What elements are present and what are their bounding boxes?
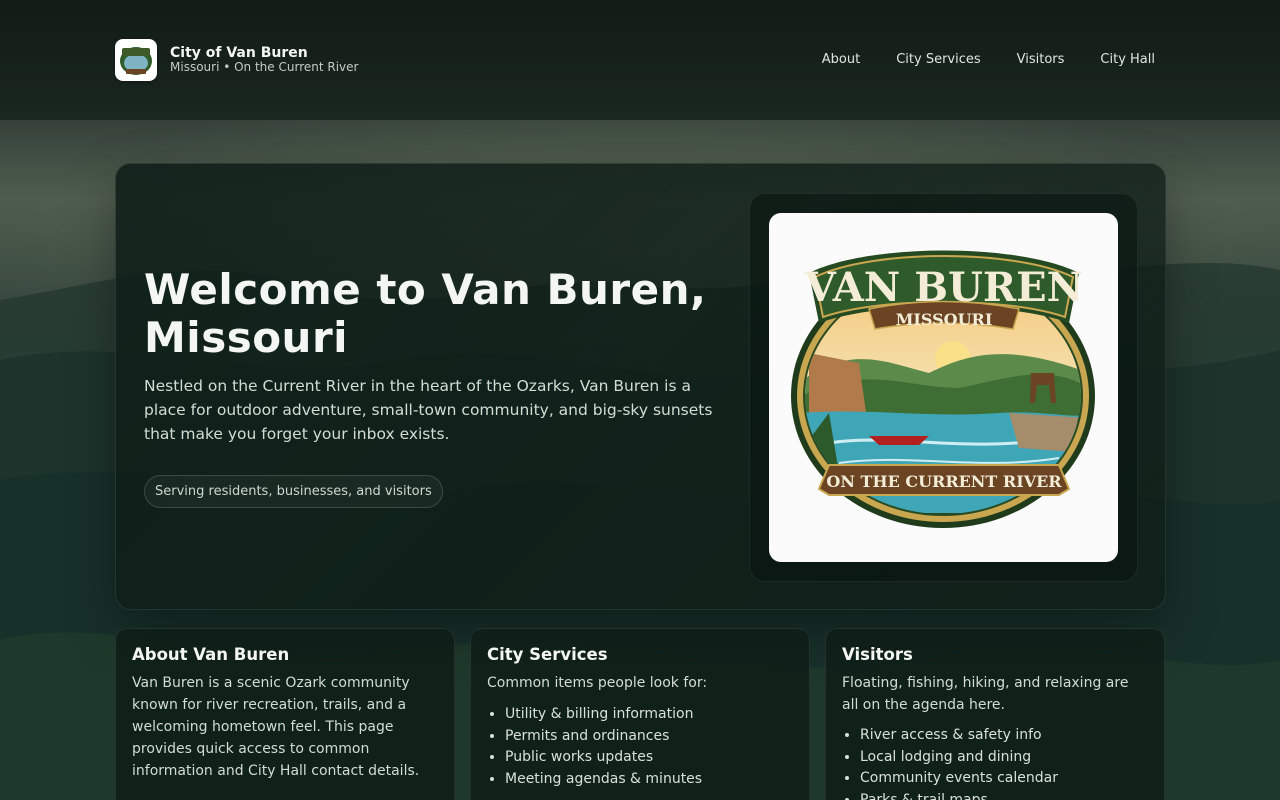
nav-about-link[interactable]: About <box>822 52 860 67</box>
list-item: Local lodging and dining <box>860 747 1148 769</box>
brand-subtitle: Missouri • On the Current River <box>170 60 359 75</box>
hero-description: Nestled on the Current River in the hear… <box>144 377 713 443</box>
main-nav: About City Services Visitors City Hall <box>822 52 1155 67</box>
about-card: About Van Buren Van Buren is a scenic Oz… <box>115 628 455 800</box>
nav-visitors-link[interactable]: Visitors <box>1017 52 1065 67</box>
visitors-card-intro: Floating, fishing, hiking, and relaxing … <box>842 675 1129 713</box>
services-card: City Services Common items people look f… <box>470 628 810 800</box>
brand-title: City of Van Buren <box>170 45 308 62</box>
list-item: River access & safety info <box>860 725 1148 747</box>
van-buren-emblem-image: VAN BUREN MISSOURI ON THE CURRENT RIVER <box>791 250 1095 528</box>
logo-state-text: MISSOURI <box>896 310 993 329</box>
list-item: Meeting agendas & minutes <box>505 769 793 791</box>
hero-title: Welcome to Van Buren, Missouri <box>144 265 707 362</box>
audience-badge: Serving residents, businesses, and visit… <box>144 475 443 508</box>
about-card-body: Van Buren is a scenic Ozark community kn… <box>132 675 420 779</box>
nav-city-services-link[interactable]: City Services <box>896 52 980 67</box>
logo-frame: VAN BUREN MISSOURI ON THE CURRENT RIVER <box>749 193 1138 582</box>
list-item: Community events calendar <box>860 768 1148 790</box>
nav-city-hall-link[interactable]: City Hall <box>1100 52 1155 67</box>
logo-banner-text: ON THE CURRENT RIVER <box>826 472 1062 491</box>
services-card-intro: Common items people look for: <box>487 675 708 691</box>
list-item: Utility & billing information <box>505 704 793 726</box>
visitors-list: River access & safety info Local lodging… <box>842 725 1148 800</box>
list-item: Public works updates <box>505 747 793 769</box>
hero-panel: Welcome to Van Buren, Missouri Nestled o… <box>115 163 1166 610</box>
van-buren-logo: VAN BUREN MISSOURI ON THE CURRENT RIVER <box>769 213 1118 562</box>
visitors-card: Visitors Floating, fishing, hiking, and … <box>825 628 1165 800</box>
services-list: Utility & billing information Permits an… <box>487 704 793 791</box>
site-header: City of Van Buren Missouri • On the Curr… <box>0 0 1280 120</box>
about-card-title: About Van Buren <box>132 645 290 664</box>
visitors-card-title: Visitors <box>842 645 913 664</box>
city-logo-icon <box>115 39 157 81</box>
brand-home-link[interactable]: City of Van Buren Missouri • On the Curr… <box>115 39 358 81</box>
list-item: Permits and ordinances <box>505 726 793 748</box>
services-card-title: City Services <box>487 645 608 664</box>
list-item: Parks & trail maps <box>860 790 1148 800</box>
